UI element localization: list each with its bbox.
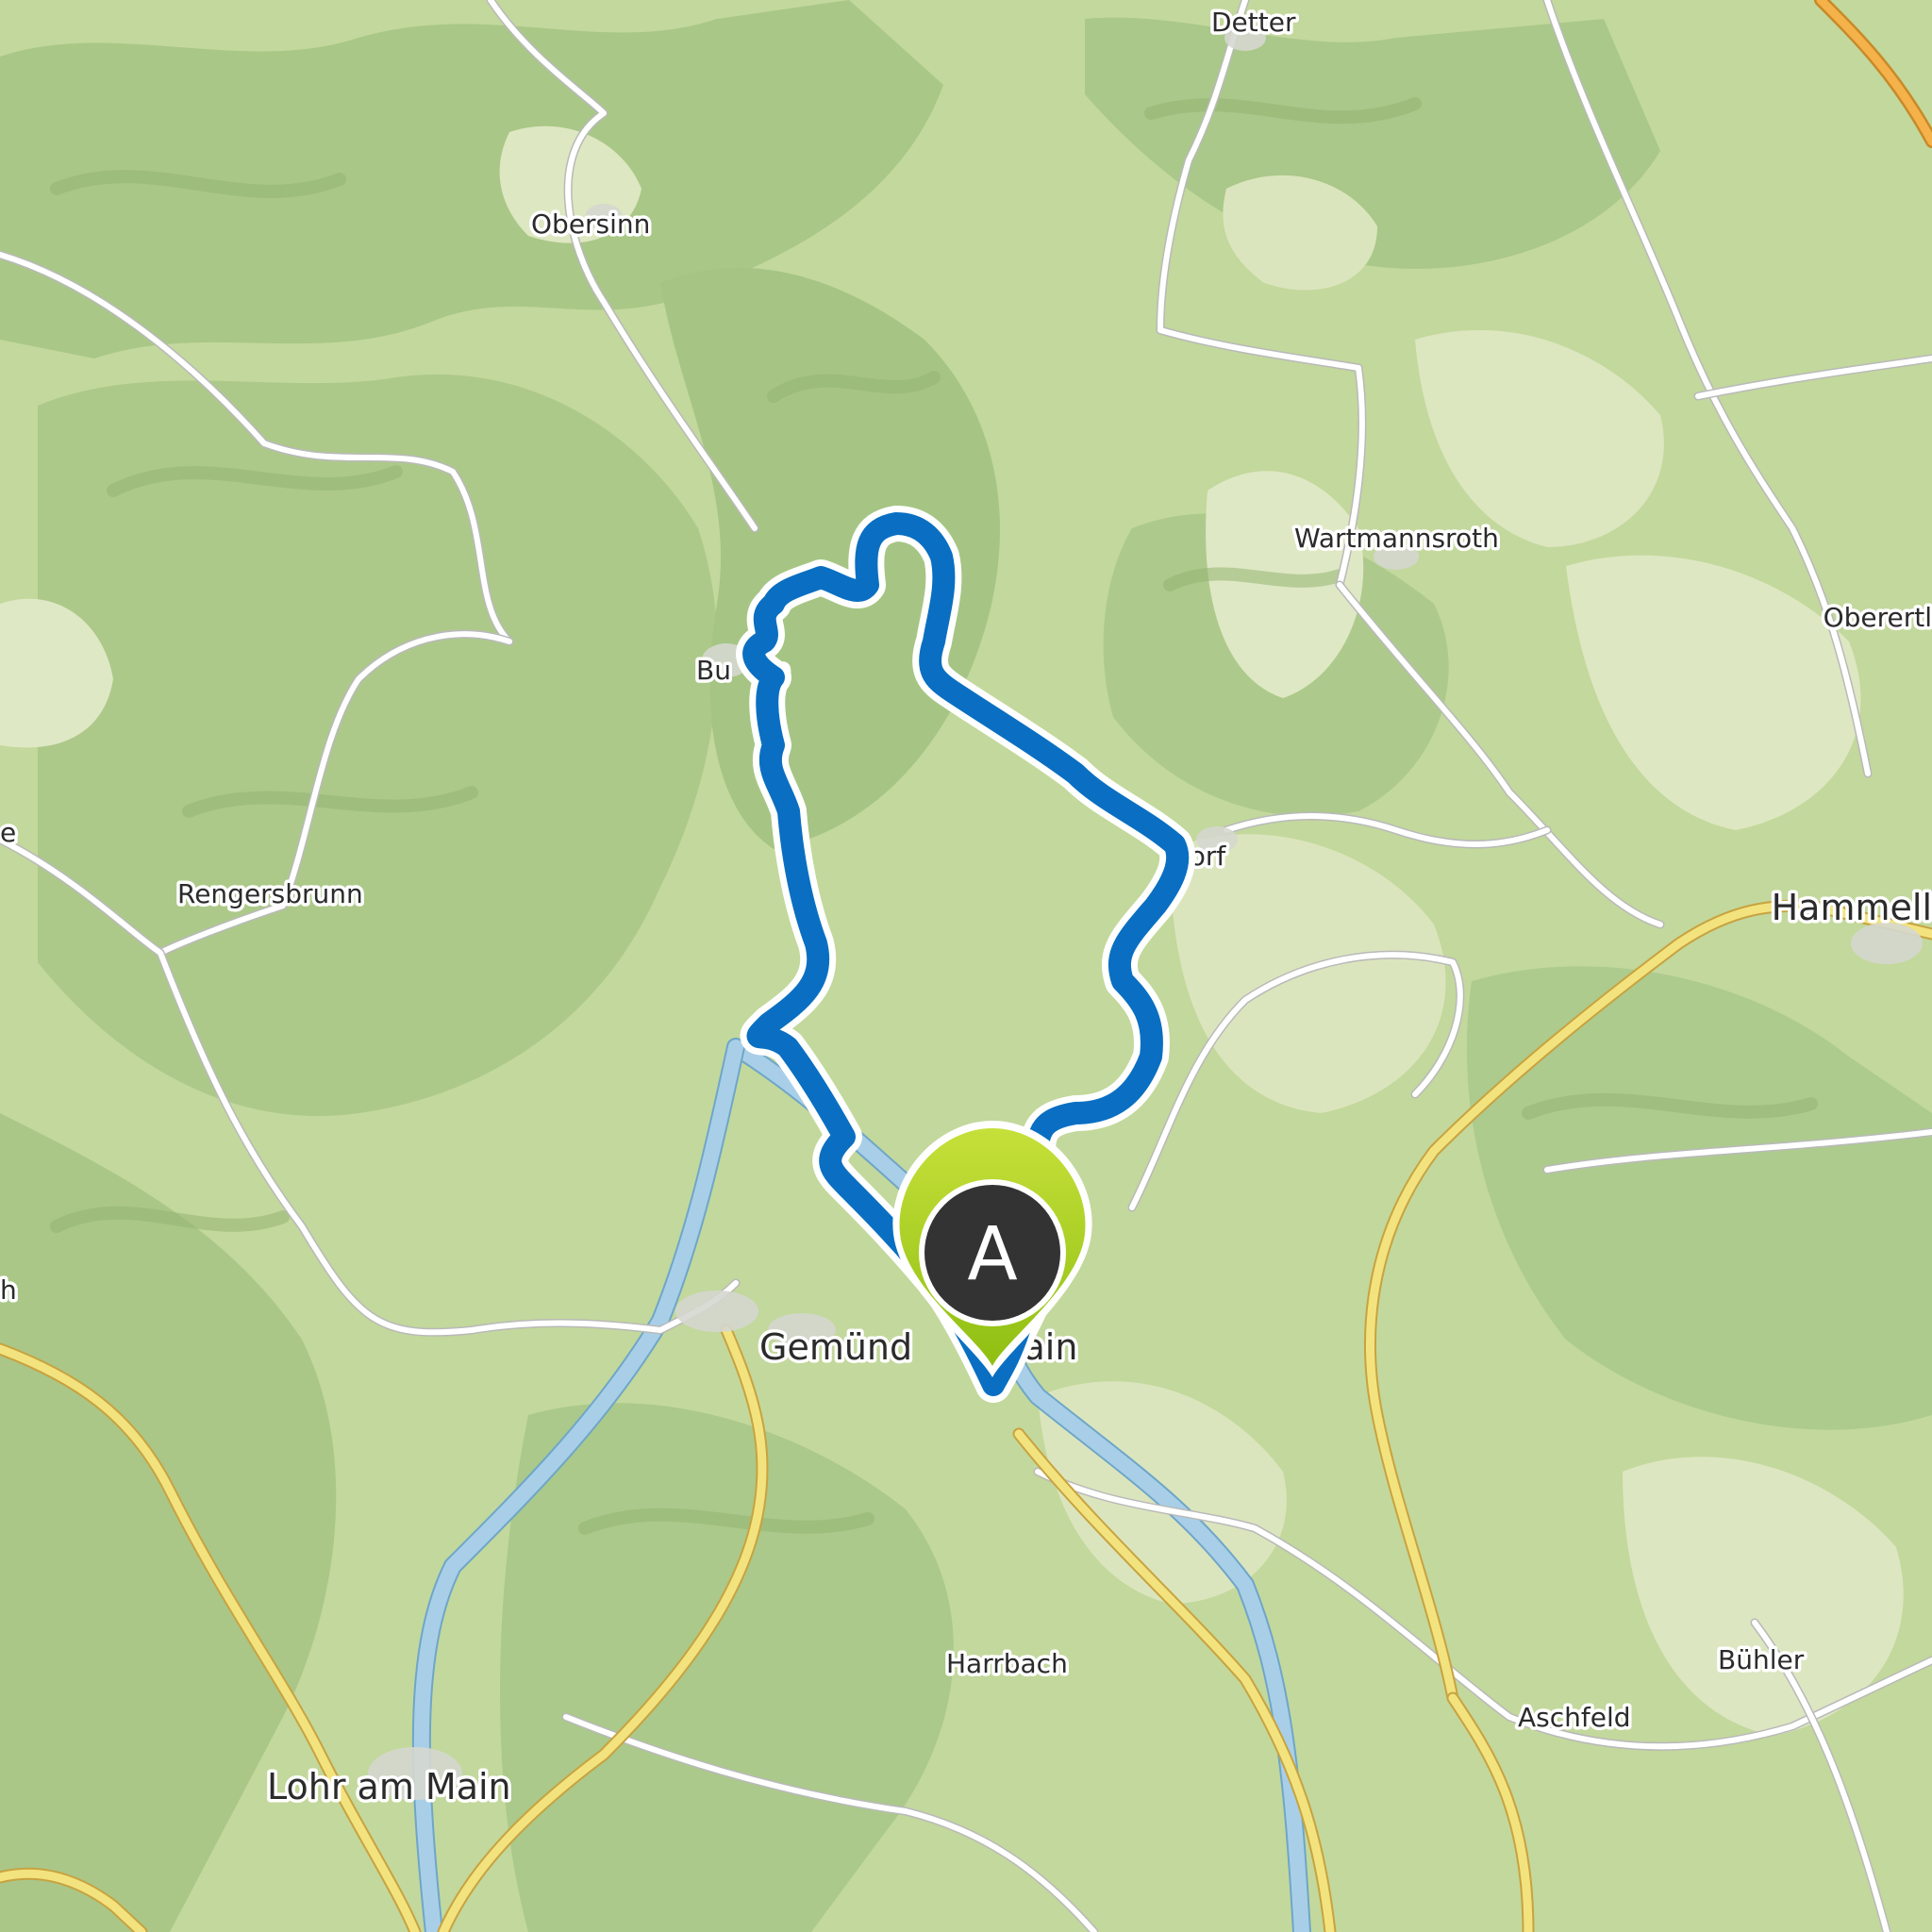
place-label-harrbach: Harrbach [946,1648,1068,1679]
place-label-aschfeld: Aschfeld [1518,1702,1631,1733]
place-label-obersinn: Obersinn [531,208,650,240]
place-label-lohr: Lohr am Main [267,1766,511,1807]
start-marker-label: A [967,1212,1017,1297]
place-label-oberertl: Oberertl [1824,602,1932,633]
place-label-detter: Detter [1211,7,1296,38]
place-label-buehler: Bühler [1718,1644,1805,1675]
place-label-edge-h: h [0,1274,17,1306]
map-canvas[interactable]: Detter Obersinn Wartmannsroth Oberertl B… [0,0,1932,1932]
place-label-edge-e: e [0,817,16,848]
place-label-rengersbrunn: Rengersbrunn [177,878,363,909]
place-label-hammell: Hammell [1772,887,1932,928]
place-label-wartmannsroth: Wartmannsroth [1294,523,1499,554]
